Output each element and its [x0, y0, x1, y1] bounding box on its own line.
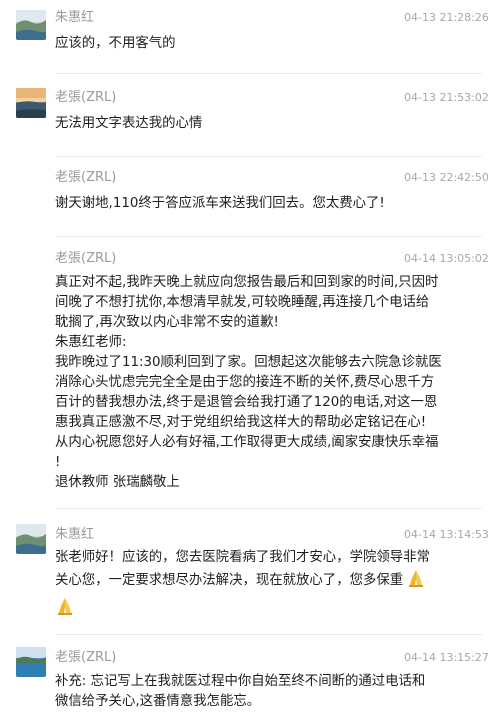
timestamp: 04-14 13:05:02 — [404, 252, 489, 265]
message-line: 微信给予关心,这番情意我怎能忘。 — [55, 694, 261, 709]
message-line: 朱惠红老师: — [55, 335, 127, 350]
message-line: 应该的，不用客气的 — [55, 36, 176, 51]
avatar[interactable] — [16, 10, 46, 40]
message-text: 张老师好！应该的，您去医院看病了我们才安心，学院领导非常 关心您，一定要求想尽办… — [55, 548, 485, 616]
timestamp: 04-13 21:28:26 — [404, 11, 489, 24]
divider — [55, 634, 482, 635]
message-line: ! — [55, 455, 61, 470]
landscape-avatar — [16, 10, 46, 40]
divider — [55, 156, 482, 157]
message-line: 惠我真正感激不尽,对于党组织给我这样大的帮助必定铭记在心! — [55, 415, 427, 430]
message-line: 无法用文字表达我的心情 — [55, 116, 203, 131]
timestamp: 04-13 22:42:50 — [404, 171, 489, 184]
message-line: 张老师好！应该的，您去医院看病了我们才安心，学院领导非常 — [55, 550, 430, 565]
sender-name: 老張(ZRL) — [55, 251, 117, 266]
message-text: 真正对不起,我昨天晚上就应向您报告最后和回到家的时间,只因时 间晚了不想打扰你,… — [55, 273, 485, 493]
sender-name: 老張(ZRL) — [55, 650, 117, 665]
avatar[interactable] — [16, 647, 46, 677]
divider — [55, 73, 482, 74]
message-line-text: 关心您，一定要求想尽办法解决，现在就放心了，您多保重 — [55, 573, 404, 588]
divider — [55, 508, 482, 509]
message-line: 百计的替我想办法,终于是退管会给我打通了120的电话,对这一恩 — [55, 395, 438, 410]
timestamp: 04-13 21:53:02 — [404, 91, 489, 104]
sender-name: 朱惠红 — [55, 10, 95, 25]
message-line: 耽搁了,再次致以内心非常不安的道歉! — [55, 315, 279, 330]
message-line: 退休教师 张瑞麟敬上 — [55, 475, 180, 490]
divider — [55, 236, 482, 237]
message-line: 我昨晚过了11:30顺利回到了家。回想起这次能够去六院急诊就医 — [55, 355, 442, 370]
timestamp: 04-14 13:14:53 — [404, 528, 489, 541]
sunset-avatar — [16, 88, 46, 118]
message-text: 谢天谢地,110终于答应派车来送我们回去。您太费心了! — [55, 194, 485, 214]
sender-name: 朱惠红 — [55, 527, 95, 542]
message-line: 谢天谢地,110终于答应派车来送我们回去。您太费心了! — [55, 196, 385, 211]
folded-hands-icon — [55, 596, 75, 616]
sender-name: 老張(ZRL) — [55, 170, 117, 185]
message-text: 补充: 忘记写上在我就医过程中你自始至终不间断的通过电话和 微信给予关心,这番情… — [55, 672, 485, 712]
message-line: 从内心祝愿您好人必有好福,工作取得更大成绩,阖家安康快乐幸福 — [55, 435, 439, 450]
message-line: 真正对不起,我昨天晚上就应向您报告最后和回到家的时间,只因时 — [55, 275, 439, 290]
avatar[interactable] — [16, 524, 46, 554]
sender-name: 老張(ZRL) — [55, 90, 117, 105]
message-line: 关心您，一定要求想尽办法解决，现在就放心了，您多保重 — [55, 568, 485, 591]
message-line: 间晚了不想打扰你,本想清早就发,可较晚睡醒,再连接几个电话给 — [55, 295, 430, 310]
timestamp: 04-14 13:15:27 — [404, 651, 489, 664]
lake-avatar — [16, 647, 46, 677]
message-line: 消除心头忧虑完完全全是由于您的接连不断的关怀,费尽心思千方 — [55, 375, 435, 390]
message-text: 无法用文字表达我的心情 — [55, 114, 485, 134]
folded-hands-icon — [406, 568, 426, 588]
message-line — [55, 596, 485, 616]
message-text: 应该的，不用客气的 — [55, 34, 485, 54]
avatar[interactable] — [16, 88, 46, 118]
message-line: 补充: 忘记写上在我就医过程中你自始至终不间断的通过电话和 — [55, 674, 426, 689]
landscape-avatar — [16, 524, 46, 554]
